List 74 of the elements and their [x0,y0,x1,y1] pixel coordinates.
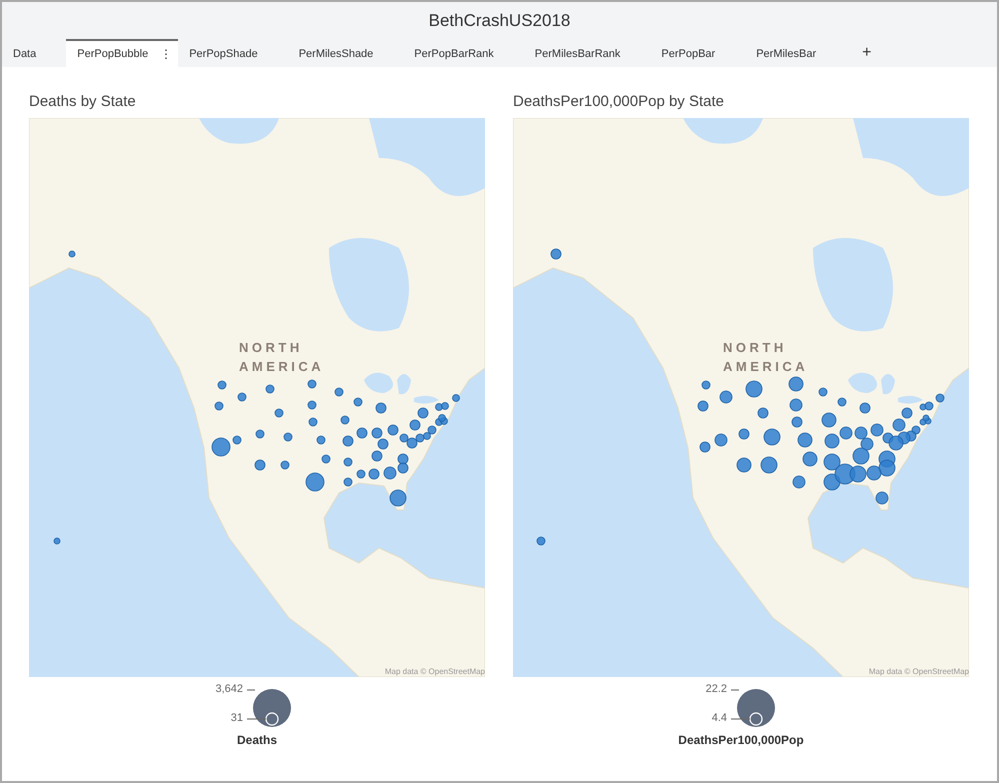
data-bubble[interactable] [888,436,904,450]
map-label: NORTH [723,340,787,355]
data-bubble[interactable] [714,434,728,446]
data-bubble[interactable] [892,418,906,432]
data-bubble[interactable] [702,380,710,390]
sheet-tab[interactable]: PerPopBarRank [403,39,524,67]
data-bubble[interactable] [866,466,882,480]
data-bubble[interactable] [788,376,804,392]
data-bubble[interactable] [266,384,274,394]
chart-title: DeathsPer100,000Pop by State [513,93,725,110]
data-bubble[interactable] [284,432,292,442]
data-bubble[interactable] [536,536,546,546]
legend-title: Deaths [236,733,277,747]
data-bubble[interactable] [68,250,76,258]
sheet-tab[interactable]: PerPopShade [178,39,288,67]
map-attribution: Map data © OpenStreetMap [384,667,485,676]
data-bubble[interactable] [818,388,828,396]
sheet-tab[interactable]: PerPopBubble ⋮ [66,39,178,67]
data-bubble[interactable] [212,438,230,456]
map-label: AMERICA [239,359,324,374]
data-bubble[interactable] [238,392,246,402]
data-bubble[interactable] [860,438,874,450]
data-bubble[interactable] [876,492,888,504]
map-label: NORTH [239,340,303,355]
data-bubble[interactable] [824,454,840,470]
size-legend-icon [247,689,291,727]
data-bubble[interactable] [390,490,406,506]
data-bubble[interactable] [334,388,344,396]
tab-menu-button[interactable]: ⋮ [160,47,172,61]
chart-title: Deaths by State [29,93,137,110]
sheet-tab[interactable]: Data [2,39,66,67]
map-attribution: Map data © OpenStreetMap [868,667,969,676]
data-bubble[interactable] [274,408,284,418]
legend-min-value: 4.4 [712,712,727,724]
data-bubble[interactable] [838,398,846,406]
legend-max-value: 3,642 [215,683,243,695]
data-bubble[interactable] [760,456,778,474]
legend-title: DeathsPer100,000Pop [678,733,804,747]
data-bubble[interactable] [54,538,60,544]
data-bubble[interactable] [256,430,264,438]
data-bubble[interactable] [798,432,812,448]
data-bubble[interactable] [720,390,732,404]
data-bubble[interactable] [792,476,806,488]
data-bubble[interactable] [232,436,242,444]
data-bubble[interactable] [824,434,840,448]
data-bubble[interactable] [852,448,870,464]
data-bubble[interactable] [218,380,226,390]
data-bubble[interactable] [308,380,316,388]
data-bubble[interactable] [214,402,224,410]
data-bubble[interactable] [878,460,896,476]
add-tab-button[interactable]: + [854,39,880,67]
data-bubble[interactable] [790,398,802,412]
data-bubble[interactable] [746,380,762,398]
data-bubble[interactable] [736,458,752,472]
data-bubble[interactable] [840,426,852,440]
sheet-tab[interactable]: PerMilesBarRank [524,39,650,67]
data-bubble[interactable] [322,454,330,464]
data-bubble[interactable] [850,466,866,482]
sheet-tab[interactable]: PerMilesShade [288,39,404,67]
report-title: BethCrashUS2018 [428,10,572,32]
legend-min-value: 31 [230,712,243,724]
data-bubble[interactable] [384,466,396,480]
data-bubble[interactable] [870,424,884,436]
data-bubble[interactable] [822,412,836,428]
data-bubble[interactable] [802,452,818,466]
sheet-tab[interactable]: PerMilesBar [745,39,846,67]
size-legend-icon [731,689,775,727]
legend-max-value: 22.2 [706,683,727,695]
map-label: AMERICA [723,359,808,374]
data-bubble[interactable] [854,426,868,440]
data-bubble[interactable] [306,472,324,492]
sheet-tab[interactable]: PerPopBar [650,39,746,67]
data-bubble[interactable] [764,428,780,446]
data-bubble[interactable] [280,460,290,470]
